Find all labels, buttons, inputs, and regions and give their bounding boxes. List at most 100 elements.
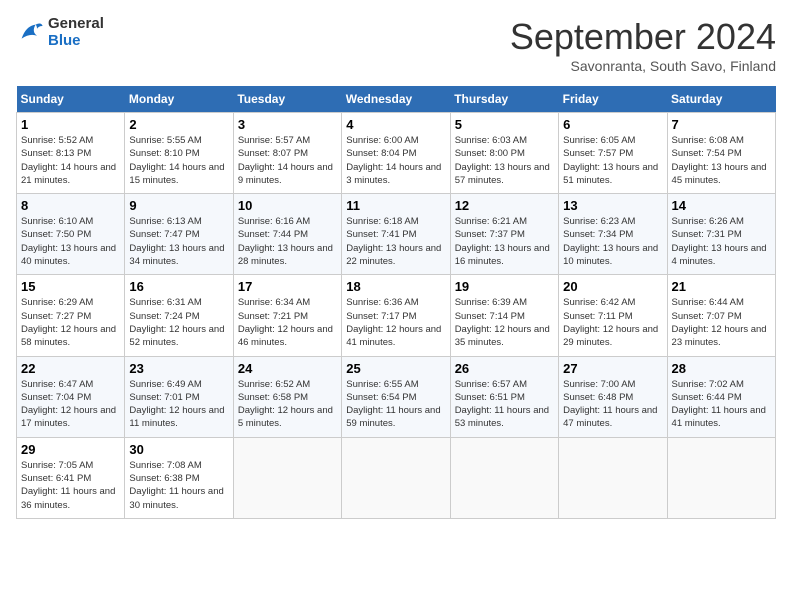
day-number: 6 <box>563 117 662 132</box>
calendar-week-row: 1 Sunrise: 5:52 AMSunset: 8:13 PMDayligh… <box>17 113 776 194</box>
cell-info: Sunrise: 7:05 AMSunset: 6:41 PMDaylight:… <box>21 460 115 511</box>
cell-info: Sunrise: 6:18 AMSunset: 7:41 PMDaylight:… <box>346 216 441 267</box>
day-number: 26 <box>455 361 554 376</box>
day-number: 25 <box>346 361 445 376</box>
calendar-cell: 25 Sunrise: 6:55 AMSunset: 6:54 PMDaylig… <box>342 356 450 437</box>
cell-info: Sunrise: 7:08 AMSunset: 6:38 PMDaylight:… <box>129 460 223 511</box>
calendar-week-row: 15 Sunrise: 6:29 AMSunset: 7:27 PMDaylig… <box>17 275 776 356</box>
calendar-day-header: Monday <box>125 86 233 113</box>
day-number: 11 <box>346 198 445 213</box>
day-number: 29 <box>21 442 120 457</box>
calendar-cell: 17 Sunrise: 6:34 AMSunset: 7:21 PMDaylig… <box>233 275 341 356</box>
calendar-cell <box>342 437 450 518</box>
calendar-day-header: Wednesday <box>342 86 450 113</box>
calendar-cell <box>559 437 667 518</box>
calendar-cell: 26 Sunrise: 6:57 AMSunset: 6:51 PMDaylig… <box>450 356 558 437</box>
calendar-cell: 28 Sunrise: 7:02 AMSunset: 6:44 PMDaylig… <box>667 356 775 437</box>
title-block: September 2024 Savonranta, South Savo, F… <box>510 16 776 74</box>
calendar-day-header: Saturday <box>667 86 775 113</box>
day-number: 28 <box>672 361 771 376</box>
day-number: 22 <box>21 361 120 376</box>
calendar-cell: 12 Sunrise: 6:21 AMSunset: 7:37 PMDaylig… <box>450 194 558 275</box>
calendar-cell: 21 Sunrise: 6:44 AMSunset: 7:07 PMDaylig… <box>667 275 775 356</box>
day-number: 17 <box>238 279 337 294</box>
calendar-header-row: SundayMondayTuesdayWednesdayThursdayFrid… <box>17 86 776 113</box>
calendar-cell: 8 Sunrise: 6:10 AMSunset: 7:50 PMDayligh… <box>17 194 125 275</box>
calendar-cell: 13 Sunrise: 6:23 AMSunset: 7:34 PMDaylig… <box>559 194 667 275</box>
calendar-cell: 5 Sunrise: 6:03 AMSunset: 8:00 PMDayligh… <box>450 113 558 194</box>
calendar-cell <box>233 437 341 518</box>
calendar-cell: 6 Sunrise: 6:05 AMSunset: 7:57 PMDayligh… <box>559 113 667 194</box>
cell-info: Sunrise: 5:52 AMSunset: 8:13 PMDaylight:… <box>21 135 116 186</box>
cell-info: Sunrise: 6:44 AMSunset: 7:07 PMDaylight:… <box>672 297 767 348</box>
day-number: 9 <box>129 198 228 213</box>
logo-text: General Blue <box>48 16 104 49</box>
cell-info: Sunrise: 6:21 AMSunset: 7:37 PMDaylight:… <box>455 216 550 267</box>
day-number: 20 <box>563 279 662 294</box>
day-number: 19 <box>455 279 554 294</box>
day-number: 10 <box>238 198 337 213</box>
logo-icon <box>16 19 44 47</box>
cell-info: Sunrise: 6:36 AMSunset: 7:17 PMDaylight:… <box>346 297 441 348</box>
cell-info: Sunrise: 5:57 AMSunset: 8:07 PMDaylight:… <box>238 135 333 186</box>
day-number: 4 <box>346 117 445 132</box>
cell-info: Sunrise: 6:05 AMSunset: 7:57 PMDaylight:… <box>563 135 658 186</box>
calendar-cell: 29 Sunrise: 7:05 AMSunset: 6:41 PMDaylig… <box>17 437 125 518</box>
calendar-cell: 27 Sunrise: 7:00 AMSunset: 6:48 PMDaylig… <box>559 356 667 437</box>
day-number: 18 <box>346 279 445 294</box>
calendar-day-header: Thursday <box>450 86 558 113</box>
day-number: 5 <box>455 117 554 132</box>
calendar-day-header: Friday <box>559 86 667 113</box>
cell-info: Sunrise: 7:02 AMSunset: 6:44 PMDaylight:… <box>672 379 766 430</box>
cell-info: Sunrise: 7:00 AMSunset: 6:48 PMDaylight:… <box>563 379 657 430</box>
day-number: 7 <box>672 117 771 132</box>
cell-info: Sunrise: 6:03 AMSunset: 8:00 PMDaylight:… <box>455 135 550 186</box>
day-number: 1 <box>21 117 120 132</box>
cell-info: Sunrise: 6:13 AMSunset: 7:47 PMDaylight:… <box>129 216 224 267</box>
calendar-cell: 14 Sunrise: 6:26 AMSunset: 7:31 PMDaylig… <box>667 194 775 275</box>
month-title: September 2024 <box>510 16 776 58</box>
day-number: 23 <box>129 361 228 376</box>
calendar-cell <box>450 437 558 518</box>
day-number: 13 <box>563 198 662 213</box>
cell-info: Sunrise: 6:47 AMSunset: 7:04 PMDaylight:… <box>21 379 116 430</box>
calendar-cell: 2 Sunrise: 5:55 AMSunset: 8:10 PMDayligh… <box>125 113 233 194</box>
calendar-cell: 10 Sunrise: 6:16 AMSunset: 7:44 PMDaylig… <box>233 194 341 275</box>
cell-info: Sunrise: 6:31 AMSunset: 7:24 PMDaylight:… <box>129 297 224 348</box>
location-subtitle: Savonranta, South Savo, Finland <box>510 58 776 74</box>
logo: General Blue <box>16 16 104 49</box>
day-number: 16 <box>129 279 228 294</box>
calendar-cell <box>667 437 775 518</box>
calendar-week-row: 22 Sunrise: 6:47 AMSunset: 7:04 PMDaylig… <box>17 356 776 437</box>
calendar-cell: 16 Sunrise: 6:31 AMSunset: 7:24 PMDaylig… <box>125 275 233 356</box>
calendar-table: SundayMondayTuesdayWednesdayThursdayFrid… <box>16 86 776 519</box>
calendar-cell: 11 Sunrise: 6:18 AMSunset: 7:41 PMDaylig… <box>342 194 450 275</box>
calendar-cell: 15 Sunrise: 6:29 AMSunset: 7:27 PMDaylig… <box>17 275 125 356</box>
cell-info: Sunrise: 6:08 AMSunset: 7:54 PMDaylight:… <box>672 135 767 186</box>
day-number: 2 <box>129 117 228 132</box>
day-number: 27 <box>563 361 662 376</box>
cell-info: Sunrise: 5:55 AMSunset: 8:10 PMDaylight:… <box>129 135 224 186</box>
cell-info: Sunrise: 6:42 AMSunset: 7:11 PMDaylight:… <box>563 297 658 348</box>
page-header: General Blue September 2024 Savonranta, … <box>16 16 776 74</box>
calendar-week-row: 8 Sunrise: 6:10 AMSunset: 7:50 PMDayligh… <box>17 194 776 275</box>
cell-info: Sunrise: 6:55 AMSunset: 6:54 PMDaylight:… <box>346 379 440 430</box>
calendar-day-header: Tuesday <box>233 86 341 113</box>
calendar-cell: 3 Sunrise: 5:57 AMSunset: 8:07 PMDayligh… <box>233 113 341 194</box>
cell-info: Sunrise: 6:16 AMSunset: 7:44 PMDaylight:… <box>238 216 333 267</box>
calendar-cell: 19 Sunrise: 6:39 AMSunset: 7:14 PMDaylig… <box>450 275 558 356</box>
calendar-cell: 23 Sunrise: 6:49 AMSunset: 7:01 PMDaylig… <box>125 356 233 437</box>
cell-info: Sunrise: 6:52 AMSunset: 6:58 PMDaylight:… <box>238 379 333 430</box>
calendar-cell: 30 Sunrise: 7:08 AMSunset: 6:38 PMDaylig… <box>125 437 233 518</box>
day-number: 21 <box>672 279 771 294</box>
calendar-cell: 1 Sunrise: 5:52 AMSunset: 8:13 PMDayligh… <box>17 113 125 194</box>
calendar-body: 1 Sunrise: 5:52 AMSunset: 8:13 PMDayligh… <box>17 113 776 519</box>
cell-info: Sunrise: 6:49 AMSunset: 7:01 PMDaylight:… <box>129 379 224 430</box>
cell-info: Sunrise: 6:26 AMSunset: 7:31 PMDaylight:… <box>672 216 767 267</box>
calendar-cell: 7 Sunrise: 6:08 AMSunset: 7:54 PMDayligh… <box>667 113 775 194</box>
calendar-cell: 24 Sunrise: 6:52 AMSunset: 6:58 PMDaylig… <box>233 356 341 437</box>
cell-info: Sunrise: 6:57 AMSunset: 6:51 PMDaylight:… <box>455 379 549 430</box>
cell-info: Sunrise: 6:29 AMSunset: 7:27 PMDaylight:… <box>21 297 116 348</box>
day-number: 14 <box>672 198 771 213</box>
cell-info: Sunrise: 6:23 AMSunset: 7:34 PMDaylight:… <box>563 216 658 267</box>
